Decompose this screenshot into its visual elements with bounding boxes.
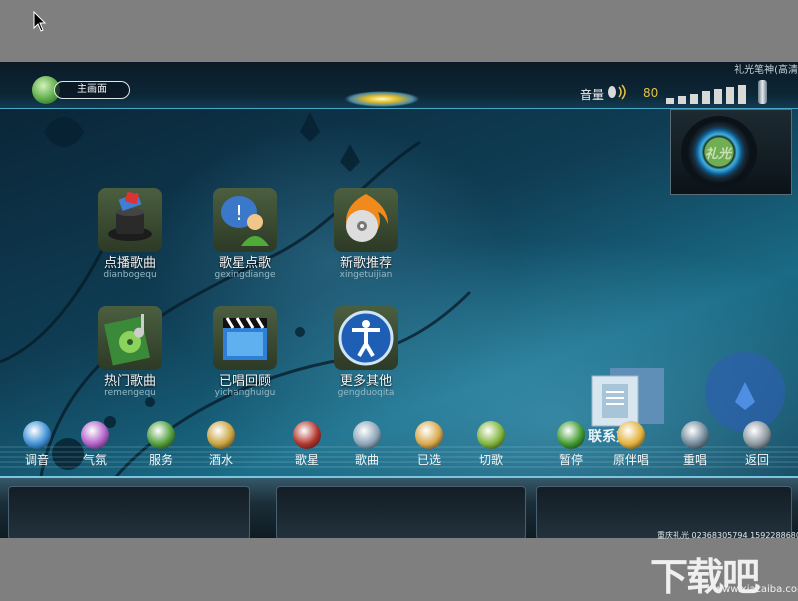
fire-disc-icon xyxy=(334,188,398,252)
menu-label: 点播歌曲 xyxy=(103,256,156,271)
speaker-icon[interactable] xyxy=(606,84,628,100)
window-title: 礼光笔神(高清 xyxy=(734,65,798,76)
menu-item-xingetuijian[interactable]: 新歌推荐 xingetuijian xyxy=(320,188,412,304)
button-group-service xyxy=(8,486,250,538)
menu-label: 更多其他 xyxy=(339,374,392,389)
bottom-toolbar xyxy=(0,476,798,538)
service-button[interactable]: 服务 xyxy=(136,421,186,477)
toolbar-button-label: 服务 xyxy=(148,453,173,467)
magic-hat-icon xyxy=(98,188,162,252)
volume-value: 80 xyxy=(643,86,659,100)
clapperboard-icon xyxy=(213,306,277,370)
singer-chat-icon: ! xyxy=(213,188,277,252)
pause-icon xyxy=(557,421,585,449)
tune-icon xyxy=(23,421,51,449)
home-label: 主画面 xyxy=(54,81,130,99)
drinks-icon xyxy=(207,421,235,449)
volume-bar xyxy=(702,91,710,104)
vocal-switch-button[interactable]: 原伴唱 xyxy=(606,421,656,477)
toolbar-button-label: 歌星 xyxy=(294,453,319,467)
menu-pinyin: xingetuijian xyxy=(339,270,393,280)
home-button[interactable]: 主画面 xyxy=(32,76,130,104)
music-cd-icon xyxy=(98,306,162,370)
accessibility-icon xyxy=(334,306,398,370)
watermark-logo: 下载吧 www.xiazaiba.com xyxy=(650,534,798,599)
volume-bar xyxy=(738,84,746,104)
atmosphere-button[interactable]: 气氛 xyxy=(70,421,120,477)
menu-item-remengequ[interactable]: 热门歌曲 remengequ xyxy=(84,306,176,422)
menu-item-gexingdiange[interactable]: ! 歌星点歌 gexingdiange xyxy=(199,188,291,304)
watermark-url: www.xiazaiba.com xyxy=(714,584,798,595)
back-icon xyxy=(743,421,771,449)
skip-song-button[interactable]: 切歌 xyxy=(466,421,516,477)
menu-pinyin: gexingdiange xyxy=(214,270,276,280)
center-lamp-icon xyxy=(330,88,434,110)
volume-bar xyxy=(678,95,686,104)
replay-button[interactable]: 重唱 xyxy=(670,421,720,477)
svg-text:!: ! xyxy=(235,201,243,225)
toolbar-button-label: 歌曲 xyxy=(354,453,379,467)
pause-button[interactable]: 暂停 xyxy=(546,421,596,477)
selected-button[interactable]: 已选 xyxy=(404,421,454,477)
skip-song-icon xyxy=(477,421,505,449)
song-icon xyxy=(353,421,381,449)
song-button[interactable]: 歌曲 xyxy=(342,421,392,477)
toolbar-button-label: 已选 xyxy=(416,453,441,467)
top-bar: 礼光笔神(高清 主画面 音量 80 xyxy=(0,62,798,110)
toolbar-button-label: 切歌 xyxy=(478,453,503,467)
toolbar-button-label: 重唱 xyxy=(682,453,707,467)
volume-bar xyxy=(726,87,734,104)
drinks-button[interactable]: 酒水 xyxy=(196,421,246,477)
singer-button[interactable]: 歌星 xyxy=(282,421,332,477)
tune-button[interactable]: 调音 xyxy=(12,421,62,477)
back-button[interactable]: 返回 xyxy=(732,421,782,477)
service-icon xyxy=(147,421,175,449)
brand-logo-text: 礼光 xyxy=(705,147,732,162)
vocal-switch-icon xyxy=(617,421,645,449)
singer-icon xyxy=(293,421,321,449)
menu-item-gengduoqita[interactable]: 更多其他 gengduoqita xyxy=(320,306,412,422)
replay-icon xyxy=(681,421,709,449)
menu-pinyin: dianbogequ xyxy=(103,270,157,280)
toolbar-button-label: 返回 xyxy=(744,453,769,467)
volume-bar xyxy=(666,98,674,104)
menu-item-dianbogequ[interactable]: 点播歌曲 dianbogequ xyxy=(84,188,176,304)
volume-bar xyxy=(690,93,698,104)
toolbar-button-label: 暂停 xyxy=(558,453,583,467)
menu-pinyin: remengequ xyxy=(104,388,156,398)
menu-item-yichanghuigu[interactable]: 已唱回顾 yichanghuigu xyxy=(199,306,291,422)
menu-pinyin: gengduoqita xyxy=(337,388,395,398)
menu-label: 新歌推荐 xyxy=(339,256,392,271)
selected-icon xyxy=(415,421,443,449)
toolbar-button-label: 原伴唱 xyxy=(612,453,649,467)
mouse-cursor-icon xyxy=(33,11,47,32)
atmosphere-icon xyxy=(81,421,109,449)
volume-slider-handle[interactable] xyxy=(758,80,767,104)
volume-bar xyxy=(714,89,722,104)
menu-label: 歌星点歌 xyxy=(218,256,271,271)
button-group-songs xyxy=(276,486,526,538)
toolbar-button-label: 调音 xyxy=(24,453,49,467)
menu-label: 热门歌曲 xyxy=(103,374,156,389)
volume-label: 音量 xyxy=(580,88,605,102)
menu-label: 已唱回顾 xyxy=(218,374,271,389)
brand-logo-panel: 礼光 xyxy=(670,109,792,195)
toolbar-button-label: 酒水 xyxy=(208,453,233,467)
menu-pinyin: yichanghuigu xyxy=(214,388,276,398)
toolbar-button-label: 气氛 xyxy=(82,453,107,467)
